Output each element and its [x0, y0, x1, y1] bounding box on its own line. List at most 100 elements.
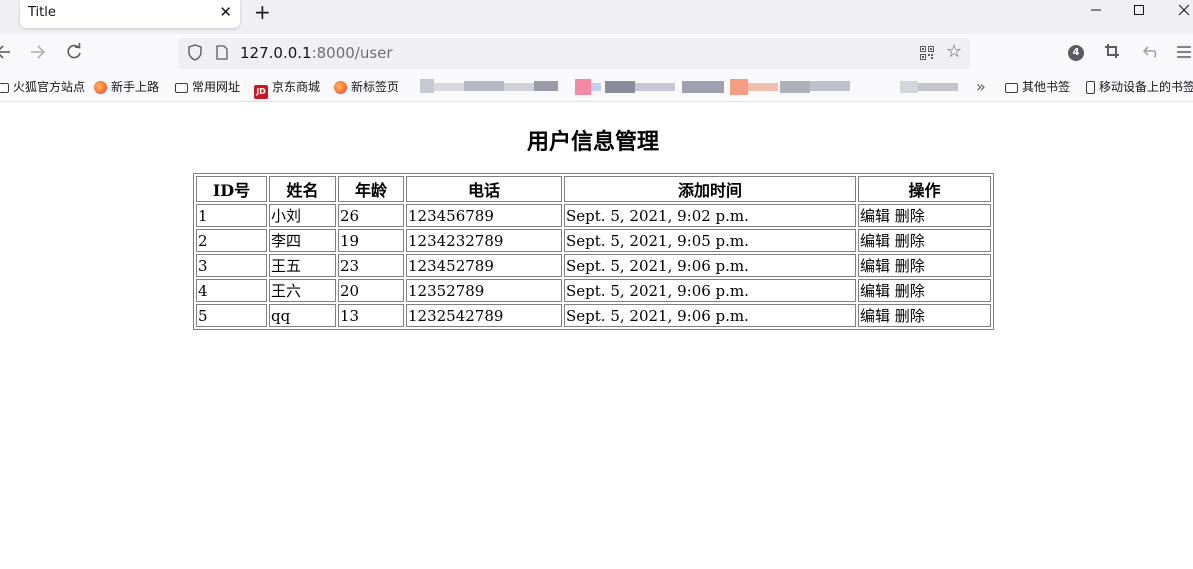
edit-link[interactable]: 编辑 — [860, 307, 890, 325]
cell-id: 3 — [196, 254, 267, 277]
page-content: 用户信息管理 ID号 姓名 年龄 电话 添加时间 操作 1 小刘 26 1234567… — [0, 102, 1193, 569]
bookmark-star-icon[interactable]: ☆ — [946, 41, 962, 63]
cell-added-time: Sept. 5, 2021, 9:05 p.m. — [564, 229, 856, 252]
firefox-icon — [334, 81, 347, 94]
mobile-bookmarks-label: 移动设备上的书签 — [1099, 80, 1193, 94]
cell-name: 王五 — [269, 254, 336, 277]
cell-age: 20 — [338, 279, 404, 302]
new-tab-button[interactable]: + — [254, 1, 271, 23]
cell-added-time: Sept. 5, 2021, 9:06 p.m. — [564, 254, 856, 277]
cell-age: 13 — [338, 304, 404, 327]
close-icon[interactable]: ✕ — [219, 3, 232, 21]
phone-icon — [1086, 81, 1095, 94]
folder-icon — [0, 83, 9, 93]
reload-icon[interactable] — [65, 42, 83, 68]
tab-title: Title — [28, 5, 56, 20]
cell-id: 1 — [196, 204, 267, 227]
bookmark-item[interactable]: 新手上路 — [94, 80, 159, 95]
column-header: 姓名 — [269, 176, 336, 202]
column-header: 电话 — [406, 176, 562, 202]
other-bookmarks-label: 其他书签 — [1022, 80, 1071, 94]
cell-age: 26 — [338, 204, 404, 227]
qr-code-icon[interactable] — [920, 46, 934, 60]
minimize-icon[interactable] — [1090, 3, 1102, 22]
page-icon[interactable] — [216, 45, 228, 60]
extension-badge[interactable]: 4 — [1068, 45, 1084, 61]
firefox-icon — [94, 81, 107, 94]
cell-age: 23 — [338, 254, 404, 277]
cell-phone: 1232542789 — [406, 304, 562, 327]
cell-added-time: Sept. 5, 2021, 9:02 p.m. — [564, 204, 856, 227]
url-text[interactable]: 127.0.0.1:8000/user — [240, 44, 393, 62]
maximize-icon[interactable] — [1133, 3, 1145, 22]
cell-name: 李四 — [269, 229, 336, 252]
column-header: 添加时间 — [564, 176, 856, 202]
bookmark-label: 火狐官方站点 — [13, 80, 86, 94]
table-row: 1 小刘 26 123456789 Sept. 5, 2021, 9:02 p.m. 编辑… — [196, 204, 991, 227]
cell-phone: 1234232789 — [406, 229, 562, 252]
delete-link[interactable]: 删除 — [895, 232, 925, 250]
back-icon[interactable] — [0, 42, 12, 68]
delete-link[interactable]: 删除 — [895, 207, 925, 225]
folder-icon — [175, 83, 188, 93]
page-title: 用户信息管理 — [526, 130, 659, 155]
cell-phone: 12352789 — [406, 279, 562, 302]
browser-tab[interactable]: Title ✕ — [20, 0, 240, 28]
delete-link[interactable]: 删除 — [895, 257, 925, 275]
bookmark-item[interactable]: 新标签页 — [334, 80, 399, 95]
table-header-row: ID号 姓名 年龄 电话 添加时间 操作 — [196, 176, 991, 202]
table-row: 5 qq 13 1232542789 Sept. 5, 2021, 9:06 p.m. 编… — [196, 304, 991, 327]
cell-id: 4 — [196, 279, 267, 302]
edit-link[interactable]: 编辑 — [860, 232, 890, 250]
blurred-bookmarks — [420, 79, 958, 95]
table-row: 2 李四 19 1234232789 Sept. 5, 2021, 9:05 p.m. 编… — [196, 229, 991, 252]
delete-link[interactable]: 删除 — [895, 282, 925, 300]
shield-icon[interactable] — [188, 44, 202, 61]
delete-link[interactable]: 删除 — [895, 307, 925, 325]
cell-phone: 123452789 — [406, 254, 562, 277]
bookmark-label: 新标签页 — [351, 80, 400, 94]
folder-icon — [1005, 83, 1018, 93]
bookmark-item[interactable]: 火狐官方站点 — [0, 80, 85, 95]
edit-link[interactable]: 编辑 — [860, 282, 890, 300]
column-header: ID号 — [196, 176, 267, 202]
cell-added-time: Sept. 5, 2021, 9:06 p.m. — [564, 304, 856, 327]
table-row: 3 王五 23 123452789 Sept. 5, 2021, 9:06 p.m. 编辑… — [196, 254, 991, 277]
column-header: 操作 — [858, 176, 991, 202]
url-path: :8000/user — [311, 44, 393, 62]
edit-link[interactable]: 编辑 — [860, 257, 890, 275]
cell-name: 王六 — [269, 279, 336, 302]
cell-age: 19 — [338, 229, 404, 252]
jd-icon: JD — [254, 85, 268, 99]
undo-icon[interactable] — [1141, 43, 1157, 66]
cell-name: qq — [269, 304, 336, 327]
chevron-right-icon[interactable]: » — [976, 78, 986, 96]
cell-actions: 编辑 删除 — [858, 304, 991, 327]
url-bar[interactable]: 127.0.0.1:8000/user ☆ — [178, 38, 970, 69]
bookmark-label: 京东商城 — [272, 80, 321, 94]
table-row: 4 王六 20 12352789 Sept. 5, 2021, 9:06 p.m. 编辑 … — [196, 279, 991, 302]
crop-icon[interactable] — [1104, 43, 1120, 66]
cell-actions: 编辑 删除 — [858, 254, 991, 277]
bookmark-label: 常用网址 — [192, 80, 241, 94]
column-header: 年龄 — [338, 176, 404, 202]
cell-actions: 编辑 删除 — [858, 279, 991, 302]
navigation-bar: 127.0.0.1:8000/user ☆ 4 — [0, 34, 1193, 74]
forward-icon[interactable] — [30, 42, 46, 68]
bookmark-item[interactable]: JD 京东商城 — [254, 80, 320, 99]
bookmark-label: 新手上路 — [111, 80, 160, 94]
cell-name: 小刘 — [269, 204, 336, 227]
cell-actions: 编辑 删除 — [858, 229, 991, 252]
window-close-icon[interactable] — [1178, 3, 1190, 22]
other-bookmarks[interactable]: 其他书签 — [1005, 80, 1070, 95]
cell-id: 2 — [196, 229, 267, 252]
user-table: ID号 姓名 年龄 电话 添加时间 操作 1 小刘 26 123456789 Sept.… — [193, 173, 994, 330]
bookmark-item[interactable]: 常用网址 — [175, 80, 240, 95]
url-host: 127.0.0.1 — [240, 44, 312, 62]
edit-link[interactable]: 编辑 — [860, 207, 890, 225]
menu-icon[interactable] — [1176, 43, 1192, 66]
cell-actions: 编辑 删除 — [858, 204, 991, 227]
bookmarks-bar: 火狐官方站点 新手上路 常用网址 JD 京东商城 新标签页 » 其他书签 移动设备… — [0, 74, 1193, 102]
mobile-bookmarks[interactable]: 移动设备上的书签 — [1086, 80, 1193, 95]
cell-phone: 123456789 — [406, 204, 562, 227]
